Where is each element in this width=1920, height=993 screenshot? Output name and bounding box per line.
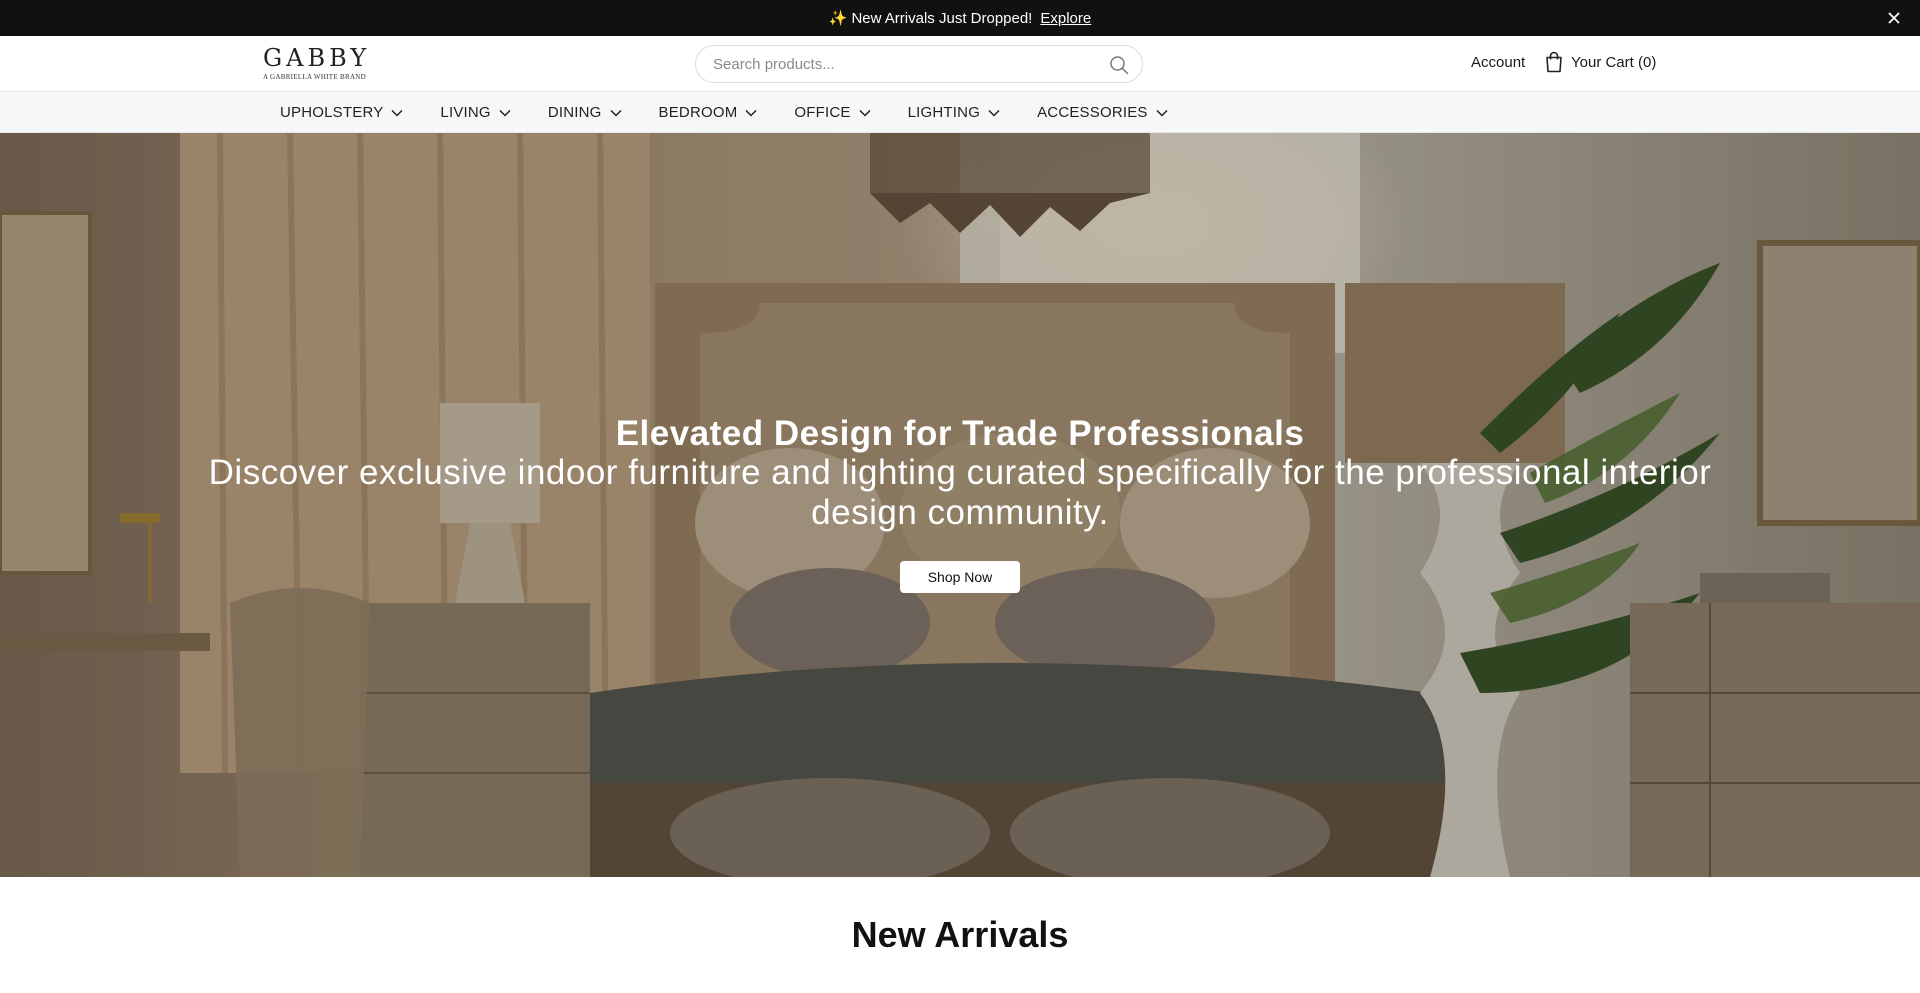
chevron-down-icon xyxy=(499,109,511,117)
nav-item-label: UPHOLSTERY xyxy=(280,104,384,121)
logo-wordmark: GABBY xyxy=(263,44,371,72)
nav-item-label: DINING xyxy=(547,104,602,121)
sparkles-icon: ✨ xyxy=(828,10,848,27)
chevron-down-icon xyxy=(1156,109,1168,117)
main-nav: UPHOLSTERY LIVING DINING BEDROOM OFFICE … xyxy=(0,92,1920,133)
close-icon[interactable] xyxy=(1884,8,1904,28)
nav-item-accessories[interactable]: ACCESSORIES xyxy=(1037,104,1168,121)
search-input[interactable] xyxy=(696,46,1076,82)
nav-item-office[interactable]: OFFICE xyxy=(794,104,871,121)
logo[interactable]: GABBY A GABRIELLA WHITE BRAND xyxy=(263,46,373,82)
nav-item-bedroom[interactable]: BEDROOM xyxy=(659,104,758,121)
cart-label: Your Cart (0) xyxy=(1571,53,1657,71)
nav-item-label: OFFICE xyxy=(794,104,851,121)
account-link[interactable]: Account xyxy=(1471,54,1525,71)
shopping-bag-icon xyxy=(1544,51,1564,73)
search-icon[interactable] xyxy=(1108,54,1130,76)
hero-banner: Elevated Design for Trade Professionals … xyxy=(0,133,1920,877)
nav-item-label: ACCESSORIES xyxy=(1037,104,1148,121)
logo-subtext: A GABRIELLA WHITE BRAND xyxy=(263,73,367,81)
chevron-down-icon xyxy=(859,109,871,117)
chevron-down-icon xyxy=(745,109,757,117)
new-arrivals-title: New Arrivals xyxy=(851,914,1069,955)
chevron-down-icon xyxy=(988,109,1000,117)
hero-title: Elevated Design for Trade Professionals xyxy=(615,414,1305,453)
nav-item-dining[interactable]: DINING xyxy=(548,104,622,121)
nav-item-label: BEDROOM xyxy=(658,104,738,121)
chevron-down-icon xyxy=(391,109,403,117)
cart-button[interactable]: Your Cart (0) xyxy=(1544,51,1656,73)
nav-item-upholstery[interactable]: UPHOLSTERY xyxy=(280,104,403,121)
shop-now-button[interactable]: Shop Now xyxy=(900,561,1020,593)
site-header: GABBY A GABRIELLA WHITE BRAND Account Yo… xyxy=(0,36,1920,92)
nav-item-label: LIGHTING xyxy=(907,104,981,121)
nav-item-label: LIVING xyxy=(440,104,491,121)
nav-item-living[interactable]: LIVING xyxy=(440,104,511,121)
explore-link[interactable]: Explore xyxy=(1040,10,1091,27)
chevron-down-icon xyxy=(609,109,622,117)
search-bar xyxy=(695,45,1143,83)
announcement-message: New Arrivals Just Dropped! xyxy=(851,9,1033,27)
nav-item-lighting[interactable]: LIGHTING xyxy=(908,104,1000,121)
hero-subtitle: Discover exclusive indoor furniture and … xyxy=(208,453,1712,532)
announcement-bar: ✨ New Arrivals Just Dropped! Explore xyxy=(0,0,1920,36)
